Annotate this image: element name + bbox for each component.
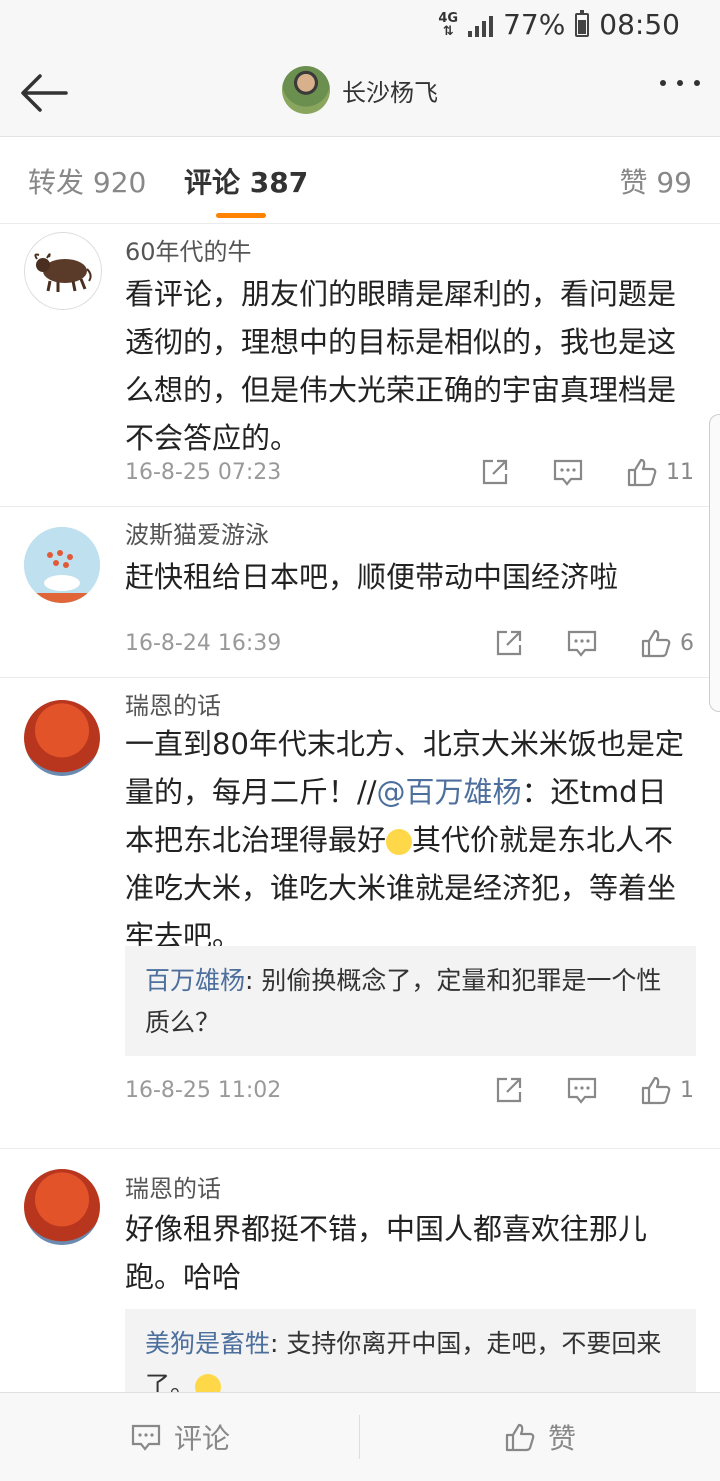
avatar[interactable] xyxy=(24,1169,100,1245)
avatar[interactable] xyxy=(24,527,100,603)
status-right: 4G ⇅ 77% 08:50 xyxy=(438,8,680,41)
comment-icon xyxy=(131,1424,161,1451)
signal-icon xyxy=(468,13,494,37)
share-icon xyxy=(496,630,522,656)
tab-repost[interactable]: 转发 920 xyxy=(28,161,146,201)
clock: 08:50 xyxy=(599,8,680,41)
divider xyxy=(359,1415,360,1459)
share-button[interactable] xyxy=(480,457,510,487)
bottom-action-bar: 评论 赞 xyxy=(0,1392,720,1481)
more-button[interactable] xyxy=(660,80,700,86)
comment-actions: 6 xyxy=(494,627,694,659)
comment-item: 瑞恩的话 一直到80年代末北方、北京大米米饭也是定量的，每月二斤！//@百万雄杨… xyxy=(0,678,720,1149)
bottom-like-label: 赞 xyxy=(548,1422,577,1455)
comment-actions: 1 xyxy=(494,1074,694,1106)
back-button[interactable] xyxy=(16,68,72,118)
like-button[interactable]: 1 xyxy=(640,1074,694,1106)
comment-item: 60年代的牛 看评论，朋友们的眼睛是犀利的，看问题是透彻的，理想中的目标是相似的… xyxy=(0,224,720,507)
status-bar: 4G ⇅ 77% 08:50 xyxy=(0,0,720,50)
tab-likes[interactable]: 赞 99 xyxy=(619,161,692,201)
battery-icon xyxy=(575,9,590,37)
mention-link[interactable]: @百万雄杨 xyxy=(377,775,522,809)
comment-text: 一直到80年代末北方、北京大米米饭也是定量的，每月二斤！//@百万雄杨：还tmd… xyxy=(125,727,684,953)
bottom-comment-button[interactable]: 评论 xyxy=(130,1417,230,1457)
share-icon xyxy=(496,1077,522,1103)
share-button[interactable] xyxy=(494,628,524,658)
thumb-up-icon xyxy=(627,458,657,487)
reply-button[interactable] xyxy=(552,457,584,487)
avatar[interactable] xyxy=(24,232,102,310)
commenter-name[interactable]: 波斯猫爱游泳 xyxy=(125,515,269,550)
back-arrow-icon xyxy=(21,74,68,112)
comment-time: 16-8-25 11:02 xyxy=(125,1078,282,1103)
comment-time: 16-8-25 07:23 xyxy=(125,460,282,485)
author-info[interactable]: 长沙杨飞 xyxy=(282,66,438,114)
comment-icon xyxy=(567,630,597,657)
active-tab-indicator xyxy=(216,213,266,218)
battery-percent: 77% xyxy=(503,8,566,41)
commenter-name[interactable]: 瑞恩的话 xyxy=(125,686,221,721)
bull-image xyxy=(34,253,92,292)
reply-author[interactable]: 美狗是畜牲 xyxy=(145,1329,270,1358)
thumb-up-icon xyxy=(505,1423,535,1452)
like-count: 11 xyxy=(666,459,694,485)
like-count: 6 xyxy=(680,630,694,656)
top-nav: 长沙杨飞 xyxy=(0,50,720,137)
comment-text: 好像租界都挺不错，中国人都喜欢往那儿跑。哈哈 xyxy=(125,1212,648,1294)
share-icon xyxy=(482,459,508,485)
thumb-up-icon xyxy=(641,1076,671,1105)
network-icon: 4G ⇅ xyxy=(438,10,459,39)
author-avatar[interactable] xyxy=(282,66,330,114)
reply-button[interactable] xyxy=(566,1075,598,1105)
comment-text: 赶快租给日本吧，顺便带动中国经济啦 xyxy=(125,560,619,594)
more-icon xyxy=(660,80,666,86)
shush-emoji-icon xyxy=(386,829,413,855)
avatar[interactable] xyxy=(24,700,100,776)
bottom-comment-label: 评论 xyxy=(174,1422,231,1455)
reply-button[interactable] xyxy=(566,628,598,658)
bottom-like-button[interactable]: 赞 xyxy=(504,1417,576,1457)
reply-author[interactable]: 百万雄杨 xyxy=(145,966,245,995)
whale-image xyxy=(24,527,100,603)
commenter-name[interactable]: 瑞恩的话 xyxy=(125,1169,221,1204)
author-name[interactable]: 长沙杨飞 xyxy=(342,73,438,108)
reply-quote[interactable]: 百万雄杨: 别偷换概念了，定量和犯罪是一个性质么？ xyxy=(125,946,696,1056)
share-button[interactable] xyxy=(494,1075,524,1105)
like-button[interactable]: 11 xyxy=(626,456,694,488)
comment-icon xyxy=(567,1077,597,1104)
tab-comments[interactable]: 评论 387 xyxy=(184,161,308,218)
commenter-name[interactable]: 60年代的牛 xyxy=(125,232,252,267)
comment-icon xyxy=(553,459,583,486)
scroll-indicator[interactable] xyxy=(709,414,720,712)
tab-bar: 转发 920 评论 387 赞 99 xyxy=(0,137,720,224)
comment-actions: 11 xyxy=(480,456,694,488)
thumb-up-icon xyxy=(641,629,671,658)
comment-item: 波斯猫爱游泳 赶快租给日本吧，顺便带动中国经济啦 16-8-24 16:39 6 xyxy=(0,507,720,678)
like-count: 1 xyxy=(680,1077,694,1103)
like-button[interactable]: 6 xyxy=(640,627,694,659)
comment-list: 60年代的牛 看评论，朋友们的眼睛是犀利的，看问题是透彻的，理想中的目标是相似的… xyxy=(0,224,720,1449)
comment-time: 16-8-24 16:39 xyxy=(125,631,282,656)
comment-text: 看评论，朋友们的眼睛是犀利的，看问题是透彻的，理想中的目标是相似的，我也是这么想… xyxy=(125,277,677,455)
